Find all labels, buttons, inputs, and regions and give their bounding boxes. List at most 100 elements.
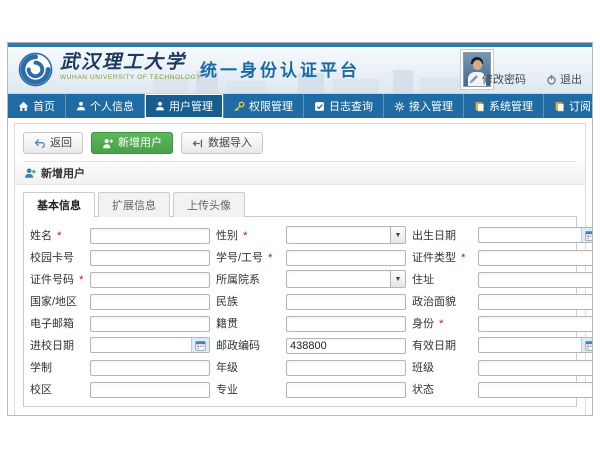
logout-link[interactable]: 退出 bbox=[546, 71, 582, 87]
pencil-icon bbox=[468, 74, 479, 85]
main-nav: 首页 个人信息 用户管理 权限管理日志查询接入管理 系统管理 订阅管理 bbox=[8, 94, 592, 118]
field-label-student-staff-no: 学号/工号 * bbox=[214, 249, 282, 265]
field-label-id-type: 证件类型 * bbox=[410, 249, 474, 265]
education-length-input[interactable] bbox=[90, 360, 210, 376]
status-field bbox=[478, 380, 593, 398]
university-title-block: 武汉理工大学 WUHAN UNIVERSITY OF TECHNOLOGY bbox=[60, 53, 201, 81]
status-input[interactable] bbox=[478, 382, 593, 398]
department-select[interactable]: ▼ bbox=[286, 270, 406, 288]
field-label-native-place: 籍贯 bbox=[214, 315, 282, 331]
major-field bbox=[286, 380, 406, 398]
required-asterisk: * bbox=[268, 252, 272, 264]
nav-item-system-management[interactable]: 系统管理 bbox=[464, 94, 544, 118]
field-label-department: 所属院系 bbox=[214, 271, 282, 287]
ethnicity-input[interactable] bbox=[286, 294, 406, 310]
add-user-toolbar-button[interactable]: 新增用户 bbox=[91, 132, 173, 154]
address-input[interactable] bbox=[478, 272, 593, 288]
postal-code-input[interactable] bbox=[286, 338, 406, 354]
campus-input[interactable] bbox=[90, 382, 210, 398]
chevron-down-icon[interactable]: ▼ bbox=[390, 227, 405, 243]
email-input[interactable] bbox=[90, 316, 210, 332]
university-logo-icon bbox=[18, 52, 53, 87]
field-label-address: 住址 bbox=[410, 271, 474, 287]
power-icon bbox=[546, 74, 557, 85]
toolbar: 返回 新增用户 数据导入 bbox=[23, 129, 577, 162]
nav-item-label: 订阅管理 bbox=[569, 98, 593, 114]
form-grid: 姓名 *性别 *▼出生日期校园卡号学号/工号 *证件类型 *证件号码 *所属院系… bbox=[28, 226, 570, 398]
native-place-input[interactable] bbox=[286, 316, 406, 332]
country-region-input[interactable] bbox=[90, 294, 210, 310]
nav-item-label: 用户管理 bbox=[169, 98, 213, 114]
grade-field bbox=[286, 358, 406, 376]
name-input[interactable] bbox=[90, 228, 210, 244]
field-label-id-number: 证件号码 * bbox=[28, 271, 86, 287]
nav-item-personal-info[interactable]: 个人信息 bbox=[66, 94, 145, 118]
field-label-gender: 性别 * bbox=[214, 227, 282, 243]
birth-date-input[interactable] bbox=[478, 227, 593, 243]
field-label-postal-code: 邮政编码 bbox=[214, 337, 282, 353]
field-label-ethnicity: 民族 bbox=[214, 293, 282, 309]
grade-input[interactable] bbox=[286, 360, 406, 376]
name-field bbox=[90, 226, 210, 244]
calendar-icon[interactable] bbox=[581, 228, 593, 242]
nav-item-label: 权限管理 bbox=[249, 98, 293, 114]
section-title: 新增用户 bbox=[41, 165, 85, 181]
ethnicity-field bbox=[286, 292, 406, 310]
id-number-input[interactable] bbox=[90, 272, 210, 288]
tab-extended-info[interactable]: 扩展信息 bbox=[98, 192, 170, 217]
nav-item-label: 系统管理 bbox=[489, 98, 533, 114]
id-type-field bbox=[478, 248, 593, 266]
data-import-button[interactable]: 数据导入 bbox=[181, 132, 263, 154]
import-arrow-icon bbox=[192, 138, 203, 149]
book-icon bbox=[554, 101, 565, 112]
back-button[interactable]: 返回 bbox=[23, 132, 83, 154]
field-label-campus: 校区 bbox=[28, 381, 86, 397]
nav-item-home[interactable]: 首页 bbox=[8, 94, 66, 118]
chevron-down-icon[interactable]: ▼ bbox=[390, 271, 405, 287]
nav-item-log-query[interactable]: 日志查询 bbox=[304, 94, 384, 118]
form-tabs: 基本信息扩展信息上传头像 bbox=[23, 192, 577, 217]
field-label-class: 班级 bbox=[410, 359, 474, 375]
submit-add-user-button[interactable]: 新增用户 bbox=[23, 415, 106, 416]
native-place-field bbox=[286, 314, 406, 332]
nav-item-user-management[interactable]: 用户管理 bbox=[145, 94, 224, 118]
field-label-grade: 年级 bbox=[214, 359, 282, 375]
nav-item-label: 个人信息 bbox=[90, 98, 134, 114]
required-asterisk: * bbox=[439, 318, 443, 330]
class-input[interactable] bbox=[478, 360, 593, 376]
id-type-input[interactable] bbox=[478, 250, 593, 266]
section-header: 新增用户 bbox=[15, 162, 585, 185]
required-asterisk: * bbox=[79, 274, 83, 286]
book-icon bbox=[474, 101, 485, 112]
calendar-icon[interactable] bbox=[191, 338, 209, 352]
gear-icon bbox=[394, 101, 405, 112]
back-arrow-icon bbox=[34, 138, 45, 149]
user-icon bbox=[76, 101, 86, 111]
field-label-political-status: 政治面貌 bbox=[410, 293, 474, 309]
nav-item-permission-management[interactable]: 权限管理 bbox=[224, 94, 304, 118]
identity-input[interactable] bbox=[478, 316, 593, 332]
platform-title: 统一身份认证平台 bbox=[200, 56, 360, 81]
political-status-input[interactable] bbox=[478, 294, 593, 310]
valid-date-input[interactable] bbox=[478, 337, 593, 353]
email-field bbox=[90, 314, 210, 332]
student-staff-no-input[interactable] bbox=[286, 250, 406, 266]
campus-card-no-input[interactable] bbox=[90, 250, 210, 266]
user-icon bbox=[155, 101, 165, 111]
add-user-toolbar-label: 新增用户 bbox=[118, 136, 162, 150]
required-asterisk: * bbox=[461, 252, 465, 264]
reset-button[interactable]: 重置 bbox=[114, 415, 158, 416]
nav-item-access-management[interactable]: 接入管理 bbox=[384, 94, 464, 118]
calendar-icon[interactable] bbox=[581, 338, 593, 352]
gender-select[interactable]: ▼ bbox=[286, 226, 406, 244]
change-password-link[interactable]: 修改密码 bbox=[468, 71, 526, 87]
tab-basic-info[interactable]: 基本信息 bbox=[23, 192, 95, 217]
nav-item-label: 首页 bbox=[33, 98, 55, 114]
field-label-email: 电子邮箱 bbox=[28, 315, 86, 331]
nav-item-subscription-management[interactable]: 订阅管理 bbox=[544, 94, 593, 118]
tab-upload-avatar[interactable]: 上传头像 bbox=[173, 192, 245, 217]
change-password-label: 修改密码 bbox=[482, 71, 526, 87]
postal-code-field bbox=[286, 336, 406, 354]
major-input[interactable] bbox=[286, 382, 406, 398]
identity-field bbox=[478, 314, 593, 332]
